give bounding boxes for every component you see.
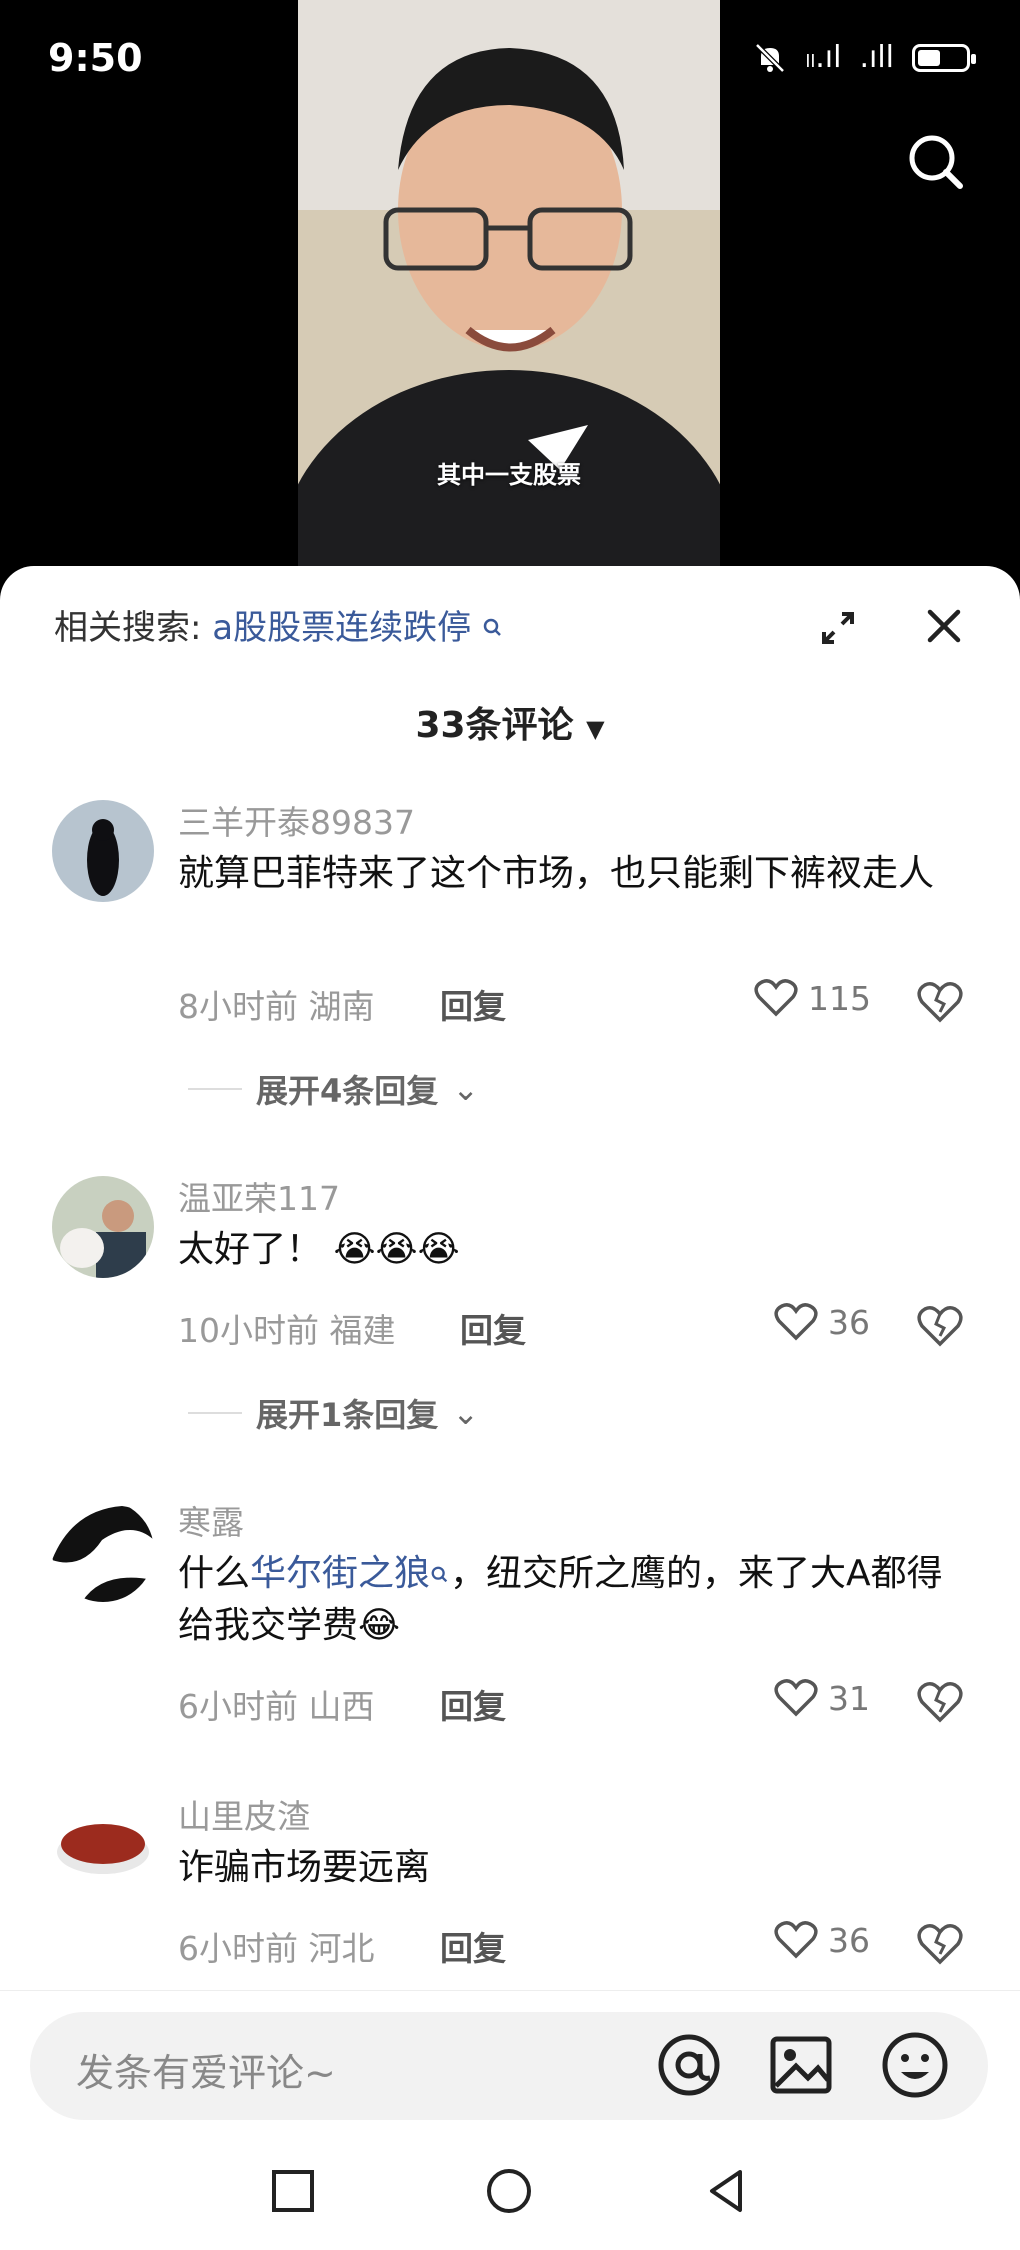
comment-region: 湖南 [308,987,375,1026]
dislike-icon[interactable] [916,1304,964,1348]
emoji-icon[interactable] [880,2030,950,2100]
recent-apps-icon[interactable] [270,2168,316,2214]
dislike-icon[interactable] [916,1922,964,1966]
comment-time: 8小时前 [178,987,298,1026]
avatar[interactable] [52,1176,154,1278]
chevron-down-icon: ▼ [586,715,605,743]
comment-region: 山西 [308,1687,375,1726]
reply-button[interactable]: 回复 [440,1922,506,1970]
comment-username[interactable]: 温亚荣117 [178,1172,340,1220]
like-button[interactable]: 36 [774,1302,870,1342]
signal-icon: ₗₗ.ıl [805,40,842,75]
avatar[interactable] [52,1500,154,1602]
comment-text-part: 什么 [178,1553,251,1594]
comment-username[interactable]: 三羊开泰89837 [178,796,415,844]
like-button[interactable]: 31 [774,1678,870,1718]
avatar-image [52,800,154,902]
avatar-image [52,1794,154,1896]
comment-text: 诈骗市场要远离 [178,1847,431,1888]
related-search: 相关搜索: a股股票连续跌停 [54,600,504,649]
heart-icon [774,1921,818,1959]
expand-replies[interactable]: 展开1条回复 ⌄ [188,1390,479,1436]
chevron-down-icon: ⌄ [452,1070,480,1108]
related-search-label: 相关搜索: [54,608,202,648]
like-count: 36 [828,1302,870,1342]
chevron-down-icon: ⌄ [452,1394,480,1432]
comment-time: 6小时前 [178,1929,298,1968]
fullscreen-icon[interactable] [818,608,858,648]
signal-icon-2: .ıll [859,40,894,75]
comment-text-body: 太好了！ [178,1229,323,1270]
comment-text: 太好了！ 😭😭😭 [178,1224,968,1276]
status-icons: ₗₗ.ıl .ıll [753,40,976,75]
image-icon[interactable] [766,2030,836,2100]
comment-meta: 8小时前 湖南 [178,980,375,1028]
status-time: 9:50 [48,36,143,80]
comment-username[interactable]: 山里皮渣 [178,1790,310,1838]
reply-button[interactable]: 回复 [440,980,506,1028]
comment-username[interactable]: 寒露 [178,1496,244,1544]
divider [188,1088,242,1090]
home-icon[interactable] [486,2168,532,2214]
comment-meta: 6小时前 山西 [178,1680,375,1728]
comment-time: 6小时前 [178,1687,298,1726]
expand-replies-label: 展开4条回复 [256,1072,439,1110]
avatar-image [52,1500,154,1602]
expand-replies[interactable]: 展开4条回复 ⌄ [188,1066,479,1112]
comment-text: 就算巴菲特来了这个市场，也只能剩下裤衩走人 [178,853,935,894]
at-mention-icon[interactable] [654,2030,724,2100]
dislike-icon[interactable] [916,1680,964,1724]
back-icon[interactable] [704,2168,750,2214]
comment-emoji: 😭😭😭 [333,1229,460,1270]
heart-icon [754,979,798,1017]
comment-time: 10小时前 [178,1311,319,1350]
like-count: 115 [808,978,871,1018]
comment-meta: 6小时前 河北 [178,1922,375,1970]
dislike-icon[interactable] [916,980,964,1024]
like-button[interactable]: 36 [774,1920,870,1960]
video-subtitle: 其中一支股票 [437,461,581,489]
comment-count[interactable]: 33条评论 ▼ [0,696,1020,748]
reply-button[interactable]: 回复 [460,1304,526,1352]
heart-icon [774,1679,818,1717]
search-small-icon [483,618,501,636]
comment-input-placeholder: 发条有爱评论~ [76,2051,336,2095]
close-icon[interactable] [924,606,964,646]
comment-search-link[interactable]: 华尔街之狼 [250,1553,430,1594]
comment-text: 什么华尔街之狼 ，纽交所之鹰的，来了大A都得给我交学费😂 [178,1548,968,1652]
comment-region: 福建 [329,1311,396,1350]
avatar[interactable] [52,1794,154,1896]
like-count: 36 [828,1920,870,1960]
expand-replies-label: 展开1条回复 [256,1396,439,1434]
avatar[interactable] [52,800,154,902]
like-button[interactable]: 115 [754,978,871,1018]
comment-count-label: 33条评论 [415,705,574,746]
reply-button[interactable]: 回复 [440,1680,506,1728]
mute-bell-icon [755,42,786,73]
heart-icon [774,1303,818,1341]
search-icon[interactable] [906,132,966,192]
avatar-image [52,1176,154,1278]
divider [188,1412,242,1414]
search-small-icon [431,1566,448,1583]
comment-region: 河北 [308,1929,375,1968]
like-count: 31 [828,1678,870,1718]
related-search-link[interactable]: a股股票连续跌停 [212,608,471,648]
comment-meta: 10小时前 福建 [178,1304,396,1352]
battery-icon [912,43,976,72]
